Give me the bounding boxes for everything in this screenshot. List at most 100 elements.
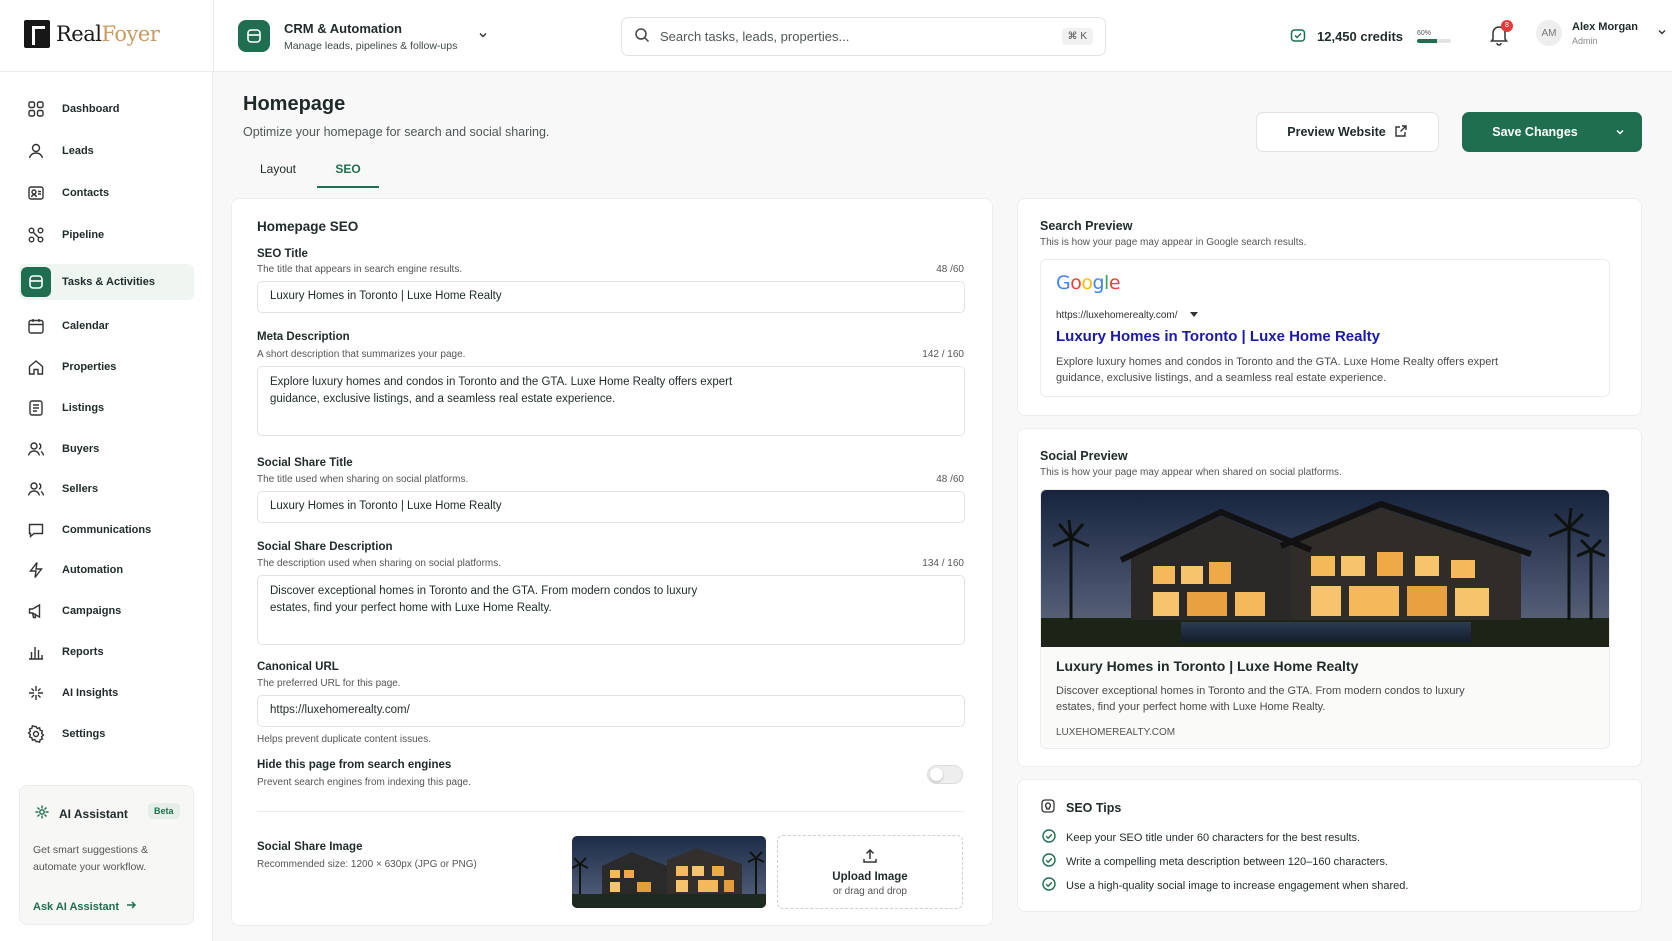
social-preview-subtitle: This is how your page may appear when sh… [1040, 467, 1342, 478]
sidebar-item-label: Listings [62, 402, 105, 414]
sidebar-item-label: Properties [62, 361, 117, 373]
sidebar-item-label: Campaigns [62, 605, 122, 617]
sidebar-item-properties[interactable]: Properties [19, 349, 194, 385]
search-preview-title: Search Preview [1040, 219, 1133, 233]
dashboard-icon [25, 98, 47, 120]
home-icon [25, 356, 47, 378]
search-preview-card: Search Preview This is how your page may… [1017, 198, 1642, 416]
social-title-input[interactable]: Luxury Homes in Toronto | Luxe Home Real… [257, 491, 965, 523]
meta-description-textarea[interactable]: Explore luxury homes and condos in Toron… [257, 366, 965, 436]
meta-description-help: A short description that summarizes your… [257, 349, 466, 360]
sidebar-item-label: Pipeline [62, 229, 105, 241]
social-card-title: Luxury Homes in Toronto | Luxe Home Real… [1056, 658, 1359, 674]
credits-bar-fill [1417, 39, 1438, 43]
sidebar-item-automation[interactable]: Automation [19, 552, 194, 588]
buyers-icon [25, 438, 47, 460]
sidebar-item-label: AI Insights [62, 687, 119, 699]
seo-title-input[interactable]: Luxury Homes in Toronto | Luxe Home Real… [257, 281, 965, 313]
credits-indicator[interactable]: 12,450 credits 60% [1289, 26, 1452, 47]
ai-assistant-title: AI Assistant [59, 806, 128, 821]
bell-icon [1489, 26, 1509, 49]
brand-logo[interactable]: RealFoyer [24, 20, 160, 48]
sidebar-item-settings[interactable]: Settings [19, 716, 194, 752]
tab-seo[interactable]: SEO [317, 154, 379, 188]
credits-label: 12,450 credits [1317, 29, 1404, 44]
sidebar-item-label: Sellers [62, 483, 99, 495]
shortcut-hint: ⌘ K [1061, 28, 1093, 45]
sidebar-item-sellers[interactable]: Sellers [19, 471, 194, 507]
listings-icon [25, 397, 47, 419]
social-card-preview: Luxury Homes in Toronto | Luxe Home Real… [1040, 489, 1610, 749]
hide-page-help: Prevent search engines from indexing thi… [257, 777, 472, 788]
meta-description-value: Explore luxury homes and condos in Toron… [270, 376, 733, 405]
logo-icon [24, 20, 50, 48]
sidebar-item-communications[interactable]: Communications [19, 512, 194, 548]
preview-website-label: Preview Website [1287, 125, 1386, 139]
notifications-button[interactable]: 8 [1489, 20, 1513, 49]
sellers-icon [25, 478, 47, 500]
sidebar: Dashboard Leads Contacts Pipeline Tasks … [0, 72, 213, 941]
ai-assistant-card: AI Assistant Beta Get smart suggestions … [19, 785, 194, 925]
wallet-icon [1289, 26, 1307, 47]
seo-tip-item: Use a high-quality social image to incre… [1042, 877, 1408, 894]
module-switcher[interactable]: CRM & Automation Manage leads, pipelines… [238, 20, 489, 52]
seo-tips-title: SEO Tips [1066, 800, 1122, 815]
user-icon [25, 140, 47, 162]
caret-down-icon [1189, 310, 1198, 321]
chevron-down-icon[interactable] [1656, 26, 1668, 41]
ai-assistant-text: Get smart suggestions & automate your wo… [33, 844, 148, 873]
sidebar-item-dashboard[interactable]: Dashboard [19, 91, 194, 127]
sidebar-item-ai-insights[interactable]: AI Insights [19, 675, 194, 711]
sidebar-item-label: Buyers [62, 443, 100, 455]
sidebar-item-leads[interactable]: Leads [19, 133, 194, 169]
social-title-count: 48 /60 [936, 474, 964, 485]
notification-badge: 8 [1501, 20, 1513, 32]
page-title: Homepage [243, 93, 346, 115]
canonical-url-input[interactable]: https://luxehomerealty.com/ [257, 695, 965, 727]
check-circle-icon [1042, 877, 1056, 894]
page-subtitle: Optimize your homepage for search and so… [243, 125, 550, 139]
share-image-thumbnail[interactable] [572, 836, 766, 908]
sidebar-item-calendar[interactable]: Calendar [19, 308, 194, 344]
sidebar-item-reports[interactable]: Reports [19, 634, 194, 670]
check-circle-icon [1042, 829, 1056, 846]
social-description-textarea[interactable]: Discover exceptional homes in Toronto an… [257, 575, 965, 645]
seo-tip-item: Keep your SEO title under 60 characters … [1042, 829, 1360, 846]
canonical-url-label: Canonical URL [257, 661, 339, 673]
google-logo: Google [1056, 272, 1121, 294]
hide-page-label: Hide this page from search engines [257, 759, 452, 771]
canonical-url-help: The preferred URL for this page. [257, 678, 401, 689]
sidebar-item-pipeline[interactable]: Pipeline [19, 217, 194, 253]
sidebar-item-tasks-activities[interactable]: Tasks & Activities [19, 264, 194, 300]
social-card-description: Discover exceptional homes in Toronto an… [1056, 685, 1465, 713]
seo-title-help: The title that appears in search engine … [257, 264, 463, 275]
tab-layout[interactable]: Layout [243, 154, 313, 188]
sidebar-item-label: Settings [62, 728, 106, 740]
sidebar-item-listings[interactable]: Listings [19, 390, 194, 426]
save-changes-button[interactable]: Save Changes [1462, 112, 1642, 152]
search-preview-subtitle: This is how your page may appear in Goog… [1040, 237, 1307, 248]
chevron-down-icon[interactable] [1598, 126, 1642, 138]
bolt-icon [25, 559, 47, 581]
social-preview-title: Social Preview [1040, 449, 1128, 463]
user-name: Alex Morgan [1572, 20, 1639, 33]
hide-page-toggle[interactable] [927, 765, 963, 784]
social-title-label: Social Share Title [257, 457, 353, 469]
canonical-url-note: Helps prevent duplicate content issues. [257, 734, 431, 745]
upload-subtitle: or drag and drop [833, 886, 907, 897]
seo-tip-text: Keep your SEO title under 60 characters … [1066, 831, 1361, 844]
sidebar-item-campaigns[interactable]: Campaigns [19, 593, 194, 629]
google-result-title[interactable]: Luxury Homes in Toronto | Luxe Home Real… [1056, 328, 1380, 345]
sidebar-item-contacts[interactable]: Contacts [19, 175, 194, 211]
meta-description-label: Meta Description [257, 331, 350, 343]
preview-website-button[interactable]: Preview Website [1256, 112, 1439, 152]
ask-ai-assistant-link[interactable]: Ask AI Assistant [33, 899, 137, 914]
contact-card-icon [25, 182, 47, 204]
module-subtitle: Manage leads, pipelines & follow-ups [284, 39, 458, 52]
user-menu[interactable]: AM Alex Morgan Admin [1536, 20, 1668, 46]
sidebar-item-buyers[interactable]: Buyers [19, 431, 194, 467]
chevron-down-icon[interactable] [477, 29, 489, 44]
seo-tip-item: Write a compelling meta description betw… [1042, 853, 1388, 870]
search-input[interactable]: Search tasks, leads, properties... ⌘ K [621, 17, 1106, 56]
upload-image-dropzone[interactable]: Upload Image or drag and drop [777, 835, 963, 909]
